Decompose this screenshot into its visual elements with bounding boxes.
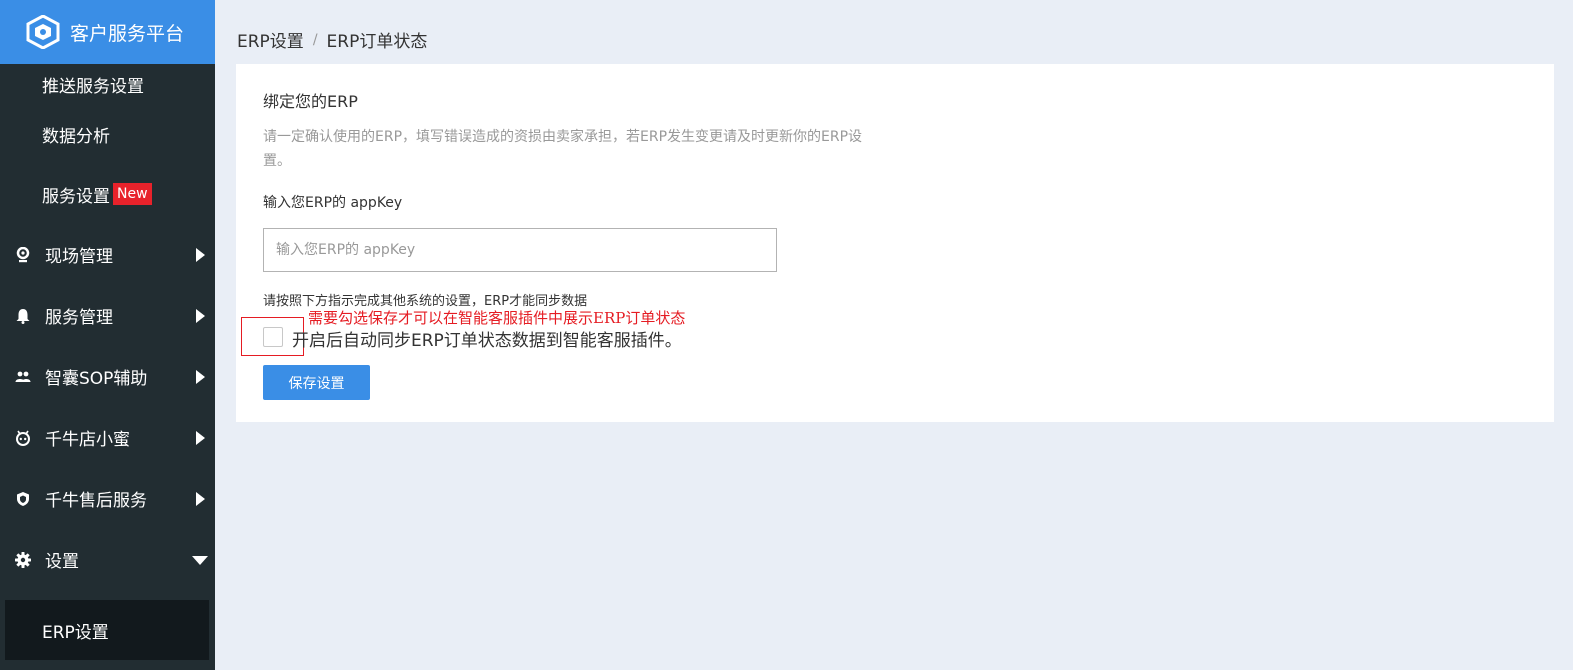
- sidebar-group-sop[interactable]: 智囊SOP辅助: [0, 346, 215, 407]
- shield-icon: [14, 490, 32, 508]
- sidebar-item-label: 推送服务设置: [42, 77, 144, 97]
- breadcrumb: ERP设置 / ERP订单状态: [237, 27, 428, 53]
- sidebar-item-label: ERP设置: [42, 622, 109, 643]
- new-badge: New: [113, 183, 152, 205]
- sidebar-group-onsite[interactable]: 现场管理: [0, 224, 215, 285]
- sidebar-group-after-sales[interactable]: 千牛售后服务: [0, 468, 215, 529]
- sidebar-group-label: 千牛售后服务: [45, 491, 147, 511]
- users-icon: [14, 368, 32, 386]
- caret-right-icon: [185, 247, 215, 262]
- caret-right-icon: [185, 308, 215, 323]
- sidebar-item-service-settings[interactable]: 服务设置 New: [0, 164, 215, 224]
- sidebar-item-label: 服务设置: [42, 186, 110, 207]
- erp-settings-card: 绑定您的ERP 请一定确认使用的ERP，填写错误造成的资损由卖家承担，若ERP发…: [236, 64, 1554, 422]
- gear-icon: [14, 551, 32, 569]
- location-pin-icon: [14, 246, 32, 264]
- annotation-note: 需要勾选保存才可以在智能客服插件中展示ERP订单状态: [308, 309, 686, 327]
- sidebar-item-push-service[interactable]: 推送服务设置: [0, 64, 215, 104]
- sidebar-item-label: 数据分析: [42, 126, 110, 147]
- card-title: 绑定您的ERP: [263, 92, 358, 111]
- caret-down-icon: [185, 555, 215, 565]
- sidebar-group-label: 设置: [45, 552, 79, 572]
- caret-right-icon: [185, 491, 215, 506]
- breadcrumb-item-current: ERP订单状态: [326, 32, 428, 52]
- sidebar-group-label: 千牛店小蜜: [45, 430, 130, 450]
- appkey-label: 输入您ERP的 appKey: [263, 195, 403, 211]
- app-logo[interactable]: 客户服务平台: [0, 0, 215, 64]
- app-title: 客户服务平台: [70, 22, 185, 45]
- robot-icon: [14, 429, 32, 447]
- sidebar-group-label: 服务管理: [45, 308, 113, 328]
- bell-icon: [14, 307, 32, 325]
- breadcrumb-item-erp-settings[interactable]: ERP设置: [237, 27, 304, 52]
- sidebar-group-label: 智囊SOP辅助: [45, 369, 148, 389]
- auto-sync-checkbox[interactable]: [263, 327, 283, 347]
- sidebar-item-erp-settings[interactable]: ERP设置: [5, 600, 209, 660]
- sidebar-group-service[interactable]: 服务管理: [0, 285, 215, 346]
- caret-right-icon: [185, 369, 215, 384]
- appkey-input[interactable]: [263, 228, 777, 272]
- breadcrumb-separator: /: [312, 31, 318, 48]
- logo-icon: [26, 14, 60, 50]
- auto-sync-checkbox-label[interactable]: 开启后自动同步ERP订单状态数据到智能客服插件。: [292, 326, 682, 351]
- sidebar-group-settings[interactable]: 设置: [0, 529, 215, 590]
- sidebar-item-data-analysis[interactable]: 数据分析: [0, 104, 215, 164]
- erp-warning-description: 请一定确认使用的ERP，填写错误造成的资损由卖家承担，若ERP发生变更请及时更新…: [263, 129, 863, 169]
- save-settings-button[interactable]: 保存设置: [263, 365, 370, 400]
- sidebar: 客户服务平台 推送服务设置 数据分析 服务设置 New 现场管理 服务管理 智囊…: [0, 0, 215, 670]
- caret-right-icon: [185, 430, 215, 445]
- sidebar-group-qianniu-assistant[interactable]: 千牛店小蜜: [0, 407, 215, 468]
- sidebar-group-label: 现场管理: [45, 247, 113, 267]
